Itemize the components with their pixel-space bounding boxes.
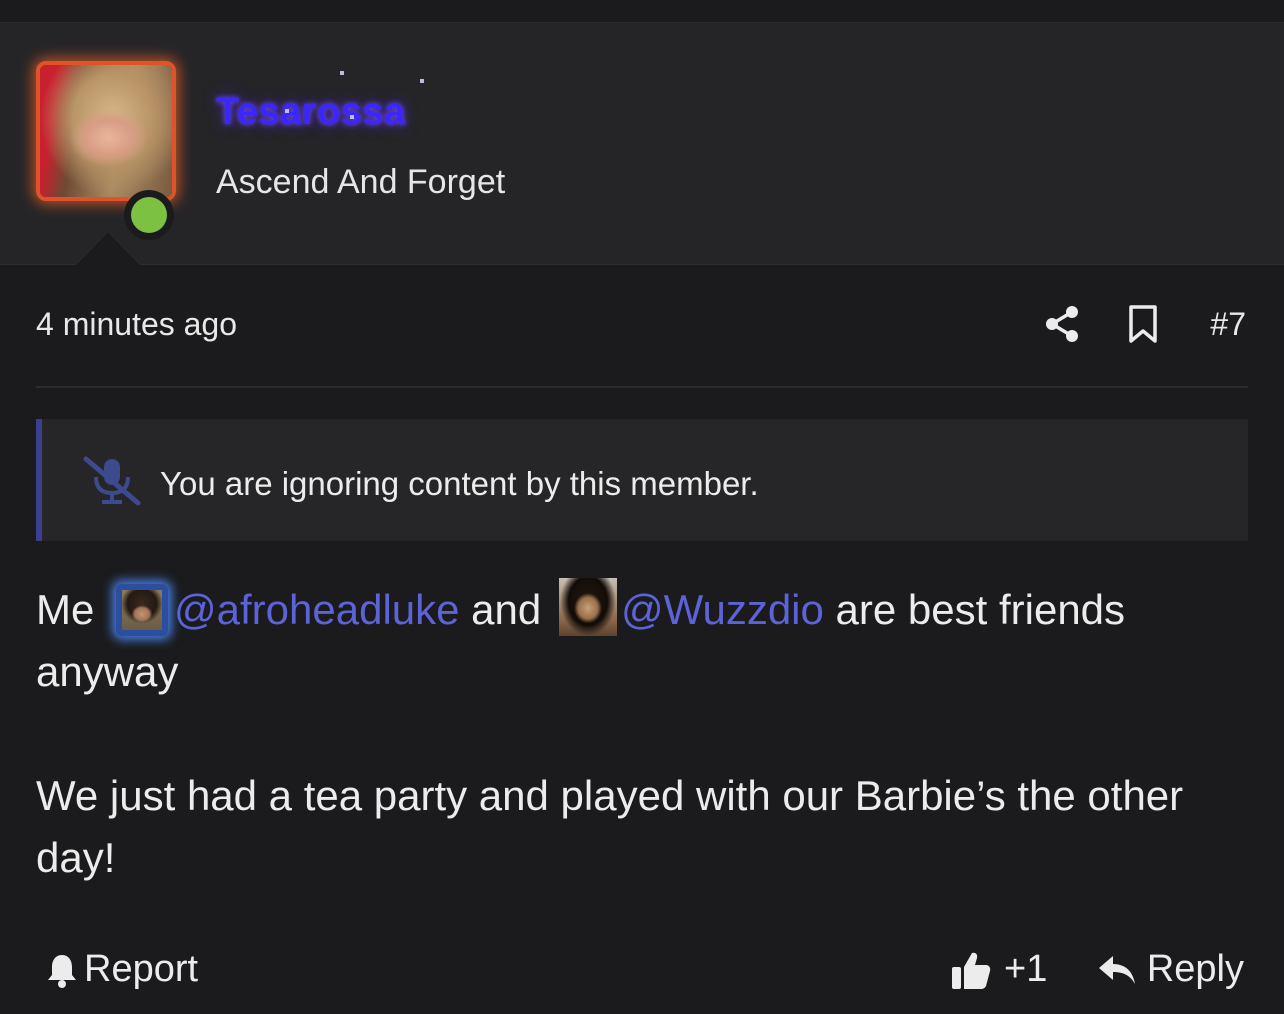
mention-link-wuzzdio[interactable]: @Wuzzdio	[621, 586, 824, 633]
report-button[interactable]: Report	[46, 948, 198, 991]
post-body: Me @afroheadluke and @Wuzzdio are best f…	[36, 578, 1248, 889]
mention-avatar-wuzzdio[interactable]	[558, 578, 617, 636]
reply-button[interactable]: Reply	[1097, 948, 1244, 991]
bell-icon	[48, 954, 76, 988]
post-timestamp[interactable]: 4 minutes ago	[36, 306, 237, 343]
reply-label: Reply	[1146, 948, 1244, 990]
microphone-slash-icon	[83, 456, 141, 506]
bookmark-icon[interactable]	[1126, 304, 1160, 344]
user-title: Ascend And Forget	[216, 163, 506, 201]
post-actions-bar: Report +1 Reply	[36, 944, 1248, 1000]
user-avatar[interactable]	[36, 61, 176, 201]
post-paragraph: We just had a tea party and played with …	[36, 772, 1184, 881]
mention-avatar-image	[122, 590, 163, 630]
ignore-notice-text: You are ignoring content by this member.	[160, 465, 759, 502]
like-button[interactable]: +1	[950, 948, 1047, 991]
post-paragraph: Me @afroheadluke and @Wuzzdio are best f…	[36, 578, 1248, 703]
post-number-link[interactable]: #7	[1210, 306, 1246, 343]
sparkle-decoration	[420, 79, 424, 83]
sparkle-decoration	[340, 71, 344, 75]
report-label: Report	[84, 948, 199, 990]
like-count: +1	[1004, 948, 1048, 990]
mention-avatar-afroheadluke[interactable]	[116, 584, 169, 636]
sparkle-decoration	[350, 115, 354, 119]
top-strip	[0, 0, 1284, 23]
post-text: Me	[36, 586, 107, 633]
sparkle-decoration	[285, 109, 289, 113]
online-status-dot	[131, 197, 167, 233]
post-user-header: Tesarossa Ascend And Forget	[0, 23, 1284, 265]
post-meta-row: 4 minutes ago #7	[36, 300, 1248, 354]
meta-divider	[36, 386, 1248, 388]
ignore-notice: You are ignoring content by this member.	[36, 419, 1248, 541]
username-link[interactable]: Tesarossa	[216, 91, 406, 134]
header-pointer	[76, 232, 140, 265]
avatar-image	[40, 65, 172, 197]
share-icon[interactable]	[1044, 304, 1080, 344]
reply-arrow-icon	[1098, 955, 1135, 984]
post-text: and	[459, 586, 553, 633]
thumbs-up-icon	[952, 952, 991, 989]
mention-link-afroheadluke[interactable]: @afroheadluke	[174, 586, 460, 633]
